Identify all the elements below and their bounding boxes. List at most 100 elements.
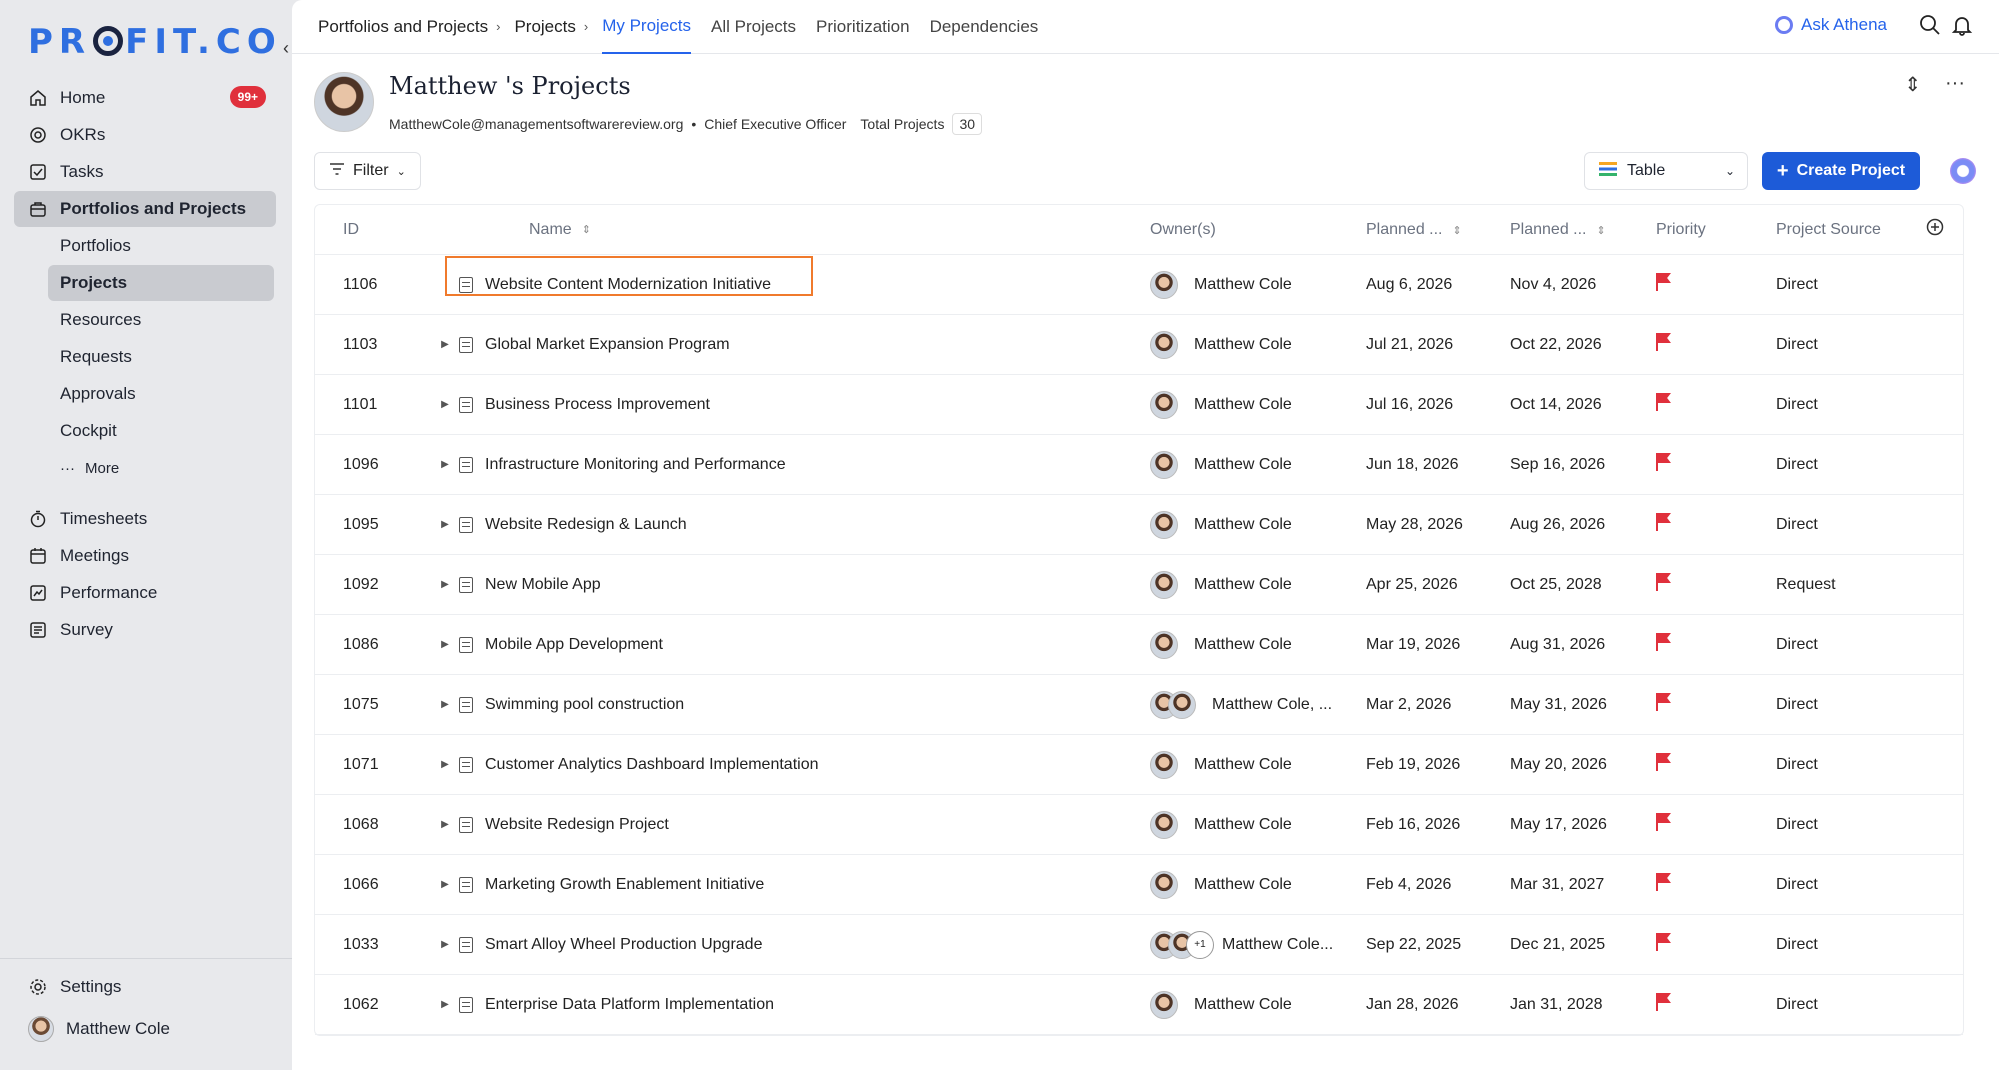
table-row[interactable]: 1062 ▶ Enterprise Data Platform Implementa… bbox=[315, 975, 1963, 1035]
sort-icon[interactable]: ⇕ bbox=[1453, 224, 1462, 237]
bell-icon[interactable] bbox=[1951, 14, 1973, 41]
column-header-owners[interactable]: Owner(s) bbox=[1150, 221, 1366, 239]
sidebar-subitem-cockpit[interactable]: Cockpit bbox=[48, 413, 274, 449]
view-selector[interactable]: Table ⌄ bbox=[1584, 152, 1748, 190]
project-name-cell[interactable]: Website Content Modernization Initiative bbox=[425, 255, 1150, 296]
project-name-cell[interactable]: ▶ Global Market Expansion Program bbox=[425, 336, 1150, 354]
table-row[interactable]: 1071 ▶ Customer Analytics Dashboard Implem… bbox=[315, 735, 1963, 795]
priority-cell[interactable] bbox=[1656, 693, 1776, 716]
project-name-cell[interactable]: ▶ Customer Analytics Dashboard Implementa… bbox=[425, 756, 1150, 774]
priority-cell[interactable] bbox=[1656, 633, 1776, 656]
project-name-cell[interactable]: ▶ Business Process Improvement bbox=[425, 396, 1150, 414]
table-row[interactable]: 1101 ▶ Business Process Improvement Matthew… bbox=[315, 375, 1963, 435]
expand-row-icon[interactable]: ▶ bbox=[431, 459, 459, 470]
owner-cell[interactable]: Matthew Cole bbox=[1150, 750, 1366, 779]
table-row[interactable]: 1106 Website Content Modernization Initia… bbox=[315, 255, 1963, 315]
expand-collapse-icon[interactable]: ⇕ bbox=[1904, 72, 1921, 97]
owner-cell[interactable]: Matthew Cole bbox=[1150, 870, 1366, 899]
sidebar-user-profile[interactable]: Matthew Cole bbox=[14, 1011, 292, 1047]
table-row[interactable]: 1086 ▶ Mobile App Development Matthew Cole M… bbox=[315, 615, 1963, 675]
owner-cell[interactable]: Matthew Cole bbox=[1150, 390, 1366, 419]
sidebar-item-timesheets[interactable]: Timesheets bbox=[14, 501, 276, 537]
expand-row-icon[interactable]: ▶ bbox=[431, 579, 459, 590]
collapse-sidebar-icon[interactable]: ‹ bbox=[283, 38, 289, 59]
create-project-button[interactable]: + Create Project bbox=[1762, 152, 1920, 190]
table-row[interactable]: 1095 ▶ Website Redesign & Launch Matthew Co… bbox=[315, 495, 1963, 555]
column-header-name[interactable]: Name ⇕ bbox=[425, 221, 1150, 239]
project-name[interactable]: Global Market Expansion Program bbox=[485, 336, 730, 354]
priority-cell[interactable] bbox=[1656, 993, 1776, 1016]
sidebar-item-okrs[interactable]: OKRs bbox=[14, 117, 276, 153]
sort-icon[interactable]: ⇕ bbox=[582, 223, 591, 236]
priority-cell[interactable] bbox=[1656, 273, 1776, 296]
sidebar-subitem-approvals[interactable]: Approvals bbox=[48, 376, 274, 412]
sidebar-item-survey[interactable]: Survey bbox=[14, 612, 276, 648]
project-name-cell[interactable]: ▶ Marketing Growth Enablement Initiative bbox=[425, 876, 1150, 894]
project-name-cell[interactable]: ▶ New Mobile App bbox=[425, 576, 1150, 594]
expand-row-icon[interactable]: ▶ bbox=[431, 339, 459, 350]
priority-cell[interactable] bbox=[1656, 513, 1776, 536]
owner-cell[interactable]: Matthew Cole bbox=[1150, 570, 1366, 599]
expand-row-icon[interactable]: ▶ bbox=[431, 699, 459, 710]
tab-prioritization[interactable]: Prioritization bbox=[816, 0, 910, 54]
project-name-cell[interactable]: ▶ Swimming pool construction bbox=[425, 696, 1150, 714]
owner-cell[interactable]: Matthew Cole bbox=[1150, 270, 1366, 299]
sort-icon[interactable]: ⇕ bbox=[1597, 224, 1606, 237]
sidebar-subitem-resources[interactable]: Resources bbox=[48, 302, 274, 338]
expand-row-icon[interactable]: ▶ bbox=[431, 519, 459, 530]
project-name-cell[interactable]: ▶ Website Redesign & Launch bbox=[425, 516, 1150, 534]
priority-cell[interactable] bbox=[1656, 573, 1776, 596]
project-name-cell[interactable]: ▶ Enterprise Data Platform Implementation bbox=[425, 996, 1150, 1014]
column-header-id[interactable]: ID bbox=[315, 221, 425, 239]
sidebar-item-portfolios-and-projects[interactable]: Portfolios and Projects bbox=[14, 191, 276, 227]
project-name-cell[interactable]: ▶ Mobile App Development bbox=[425, 636, 1150, 654]
column-header-planned-start[interactable]: Planned ... ⇕ bbox=[1366, 221, 1510, 239]
project-name[interactable]: Swimming pool construction bbox=[485, 696, 684, 714]
expand-row-icon[interactable]: ▶ bbox=[431, 819, 459, 830]
project-name[interactable]: Website Redesign & Launch bbox=[485, 516, 687, 534]
column-header-planned-end[interactable]: Planned ... ⇕ bbox=[1510, 221, 1656, 239]
table-row[interactable]: 1096 ▶ Infrastructure Monitoring and Perfo… bbox=[315, 435, 1963, 495]
project-name[interactable]: Customer Analytics Dashboard Implementat… bbox=[485, 756, 819, 774]
table-row[interactable]: 1075 ▶ Swimming pool construction Matthew C… bbox=[315, 675, 1963, 735]
owner-cell[interactable]: +1 Matthew Cole... bbox=[1150, 930, 1366, 959]
table-row[interactable]: 1068 ▶ Website Redesign Project Matthew Col… bbox=[315, 795, 1963, 855]
sidebar-item-meetings[interactable]: Meetings bbox=[14, 538, 276, 574]
owner-cell[interactable]: Matthew Cole bbox=[1150, 330, 1366, 359]
expand-row-icon[interactable]: ▶ bbox=[431, 639, 459, 650]
project-name[interactable]: Marketing Growth Enablement Initiative bbox=[485, 876, 764, 894]
column-header-project-source[interactable]: Project Source bbox=[1776, 221, 1926, 239]
column-header-priority[interactable]: Priority bbox=[1656, 221, 1776, 239]
tab-my-projects[interactable]: My Projects bbox=[602, 0, 691, 54]
project-name-cell[interactable]: ▶ Infrastructure Monitoring and Performan… bbox=[425, 456, 1150, 474]
project-name[interactable]: New Mobile App bbox=[485, 576, 601, 594]
priority-cell[interactable] bbox=[1656, 933, 1776, 956]
project-name[interactable]: Enterprise Data Platform Implementation bbox=[485, 996, 774, 1014]
expand-row-icon[interactable]: ▶ bbox=[431, 939, 459, 950]
table-row[interactable]: 1092 ▶ New Mobile App Matthew Cole Apr 25, 2… bbox=[315, 555, 1963, 615]
breadcrumb-projects[interactable]: Projects bbox=[514, 17, 575, 37]
project-name[interactable]: Mobile App Development bbox=[485, 636, 663, 654]
more-options-icon[interactable]: ··· bbox=[1945, 72, 1965, 97]
priority-cell[interactable] bbox=[1656, 333, 1776, 356]
ask-athena-button[interactable]: Ask Athena bbox=[1774, 15, 1887, 35]
tab-all-projects[interactable]: All Projects bbox=[711, 0, 796, 54]
sidebar-item-settings[interactable]: Settings bbox=[14, 969, 292, 1005]
table-row[interactable]: 1033 ▶ Smart Alloy Wheel Production Upgrad… bbox=[315, 915, 1963, 975]
expand-row-icon[interactable]: ▶ bbox=[431, 999, 459, 1010]
sidebar-subitem-requests[interactable]: Requests bbox=[48, 339, 274, 375]
owner-cell[interactable]: Matthew Cole bbox=[1150, 450, 1366, 479]
owner-cell[interactable]: Matthew Cole bbox=[1150, 990, 1366, 1019]
search-icon[interactable] bbox=[1919, 14, 1941, 41]
expand-row-icon[interactable]: ▶ bbox=[431, 879, 459, 890]
breadcrumb-portfolios-and-projects[interactable]: Portfolios and Projects bbox=[318, 17, 488, 37]
project-name-cell[interactable]: ▶ Smart Alloy Wheel Production Upgrade bbox=[425, 936, 1150, 954]
sidebar-subitem-portfolios[interactable]: Portfolios bbox=[48, 228, 274, 264]
expand-row-icon[interactable]: ▶ bbox=[431, 399, 459, 410]
project-name[interactable]: Website Redesign Project bbox=[485, 816, 669, 834]
project-name[interactable]: Infrastructure Monitoring and Performanc… bbox=[485, 456, 786, 474]
owner-cell[interactable]: Matthew Cole bbox=[1150, 510, 1366, 539]
sidebar-subitem-more[interactable]: ··· More bbox=[48, 450, 274, 486]
owner-cell[interactable]: Matthew Cole bbox=[1150, 810, 1366, 839]
project-name[interactable]: Business Process Improvement bbox=[485, 396, 710, 414]
